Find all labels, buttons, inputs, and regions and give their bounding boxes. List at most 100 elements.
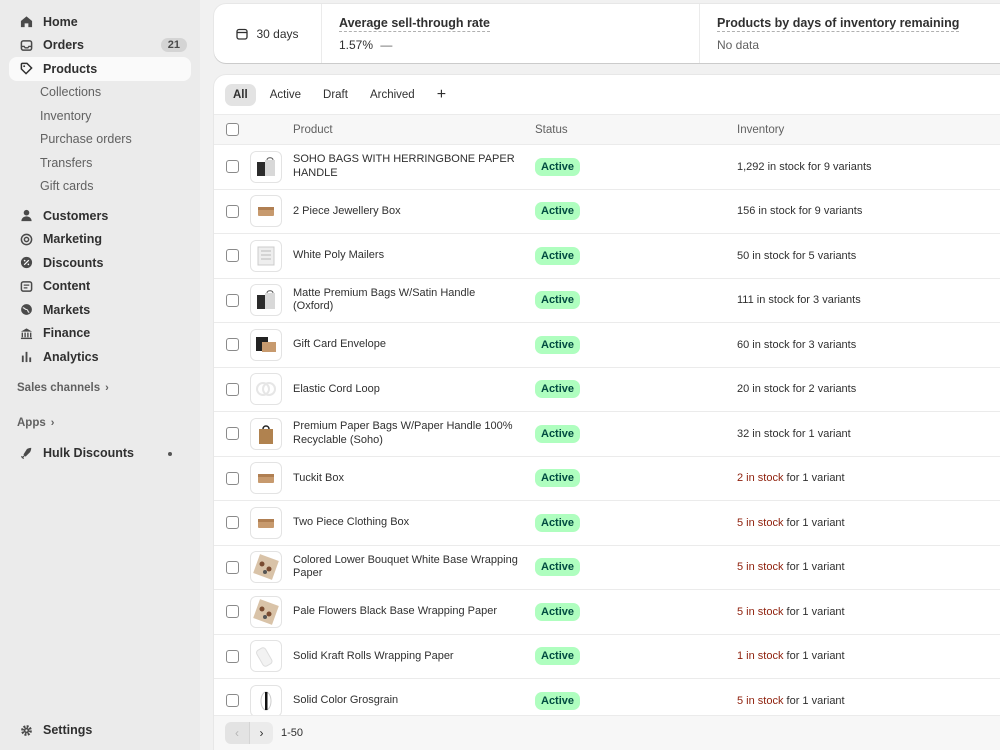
product-name[interactable]: Pale Flowers Black Base Wrapping Paper	[293, 605, 518, 619]
gear-icon	[19, 723, 33, 737]
bag-thumbnail-icon[interactable]	[250, 150, 282, 183]
chevron-right-icon: ›	[50, 416, 55, 429]
product-name[interactable]: Gift Card Envelope	[293, 338, 518, 352]
row-checkbox[interactable]	[226, 293, 239, 307]
discount-icon	[19, 256, 33, 270]
sidebar-item-marketing[interactable]: Marketing	[9, 228, 191, 252]
stock-count: 60 in stock	[737, 338, 790, 351]
product-name[interactable]: Colored Lower Bouquet White Base Wrappin…	[293, 554, 518, 581]
sidebar-item-content[interactable]: Content	[9, 275, 191, 299]
menu-dot-icon[interactable]	[168, 451, 172, 456]
sidebar-item-finance[interactable]: Finance	[9, 322, 191, 346]
variant-count: for 1 variant	[783, 472, 845, 485]
sidebar-item-products[interactable]: Products	[9, 57, 191, 81]
row-checkbox[interactable]	[226, 694, 239, 708]
paper-bag-thumbnail-icon[interactable]	[250, 417, 282, 450]
tab-all[interactable]: All	[225, 83, 256, 106]
table-row[interactable]: Gift Card Envelope Active 60 in stock for …	[214, 323, 1000, 368]
sell-through-metric[interactable]: Average sell-through rate 1.57% —	[322, 4, 700, 63]
table-row[interactable]: Pale Flowers Black Base Wrapping Paper Ac…	[214, 590, 1000, 635]
table-row[interactable]: SOHO BAGS WITH HERRINGBONE PAPER HANDLE A…	[214, 145, 1000, 190]
row-checkbox[interactable]	[226, 160, 239, 174]
row-checkbox[interactable]	[226, 249, 239, 263]
product-name[interactable]: Elastic Cord Loop	[293, 383, 518, 397]
sidebar-item-orders[interactable]: Orders 21	[9, 34, 191, 58]
table-row[interactable]: Solid Kraft Rolls Wrapping Paper Active 1 …	[214, 635, 1000, 679]
table-row[interactable]: Two Piece Clothing Box Active 5 in stock f…	[214, 501, 1000, 546]
stock-count: 156 in stock	[737, 205, 796, 218]
previous-page-button[interactable]: ‹	[225, 722, 249, 744]
apps-link[interactable]: Apps ›	[0, 412, 200, 434]
date-range-button[interactable]: 30 days	[214, 4, 322, 63]
tag-icon	[19, 62, 33, 76]
sidebar-subitem-transfers[interactable]: Transfers	[40, 151, 200, 175]
sidebar-item-home[interactable]: Home	[9, 10, 191, 34]
tab-archived[interactable]: Archived	[362, 84, 423, 106]
sidebar-subitem-gift-cards[interactable]: Gift cards	[40, 175, 200, 199]
column-header-status[interactable]: Status	[535, 124, 568, 136]
tab-active[interactable]: Active	[262, 84, 309, 106]
table-row[interactable]: 2 Piece Jewellery Box Active 156 in stock …	[214, 190, 1000, 234]
product-name[interactable]: Premium Paper Bags W/Paper Handle 100% R…	[293, 420, 518, 447]
product-name[interactable]: White Poly Mailers	[293, 249, 518, 263]
sidebar-item-hulk-discounts[interactable]: Hulk Discounts	[9, 442, 191, 466]
status-badge: Active	[535, 246, 581, 265]
sidebar-subitem-inventory[interactable]: Inventory	[40, 104, 200, 128]
envelope-thumbnail-icon[interactable]	[250, 328, 282, 361]
box-thumbnail-icon[interactable]	[250, 195, 282, 228]
bank-icon	[19, 326, 33, 340]
product-name[interactable]: Two Piece Clothing Box	[293, 516, 518, 530]
ribbon-thumbnail-icon[interactable]	[250, 684, 282, 717]
select-all-checkbox[interactable]	[226, 123, 239, 136]
sidebar-item-markets[interactable]: Markets	[9, 298, 191, 322]
add-view-icon[interactable]: +	[429, 86, 454, 104]
sidebar-subitem-collections[interactable]: Collections	[40, 81, 200, 105]
roll-thumbnail-icon[interactable]	[250, 640, 282, 673]
table-row[interactable]: Premium Paper Bags W/Paper Handle 100% R…	[214, 412, 1000, 457]
cord-thumbnail-icon[interactable]	[250, 373, 282, 406]
inventory-days-metric[interactable]: Products by days of inventory remaining …	[700, 4, 976, 63]
table-row[interactable]: Matte Premium Bags W/Satin Handle (Oxfor…	[214, 279, 1000, 323]
row-checkbox[interactable]	[226, 204, 239, 218]
row-checkbox[interactable]	[226, 516, 239, 530]
product-name[interactable]: 2 Piece Jewellery Box	[293, 205, 518, 219]
row-checkbox[interactable]	[226, 338, 239, 352]
column-header-product[interactable]: Product	[293, 124, 333, 136]
stock-count: 50 in stock	[737, 249, 790, 262]
bar-chart-icon	[19, 350, 33, 364]
wrapping-paper-thumbnail-icon[interactable]	[250, 595, 282, 628]
column-header-inventory[interactable]: Inventory	[737, 124, 784, 136]
sidebar-item-settings[interactable]: Settings	[9, 719, 191, 743]
mailer-thumbnail-icon[interactable]	[250, 239, 282, 272]
sidebar-item-customers[interactable]: Customers	[9, 204, 191, 228]
status-badge: Active	[535, 513, 581, 532]
sales-channels-link[interactable]: Sales channels ›	[0, 377, 200, 399]
row-checkbox[interactable]	[226, 427, 239, 441]
sidebar-item-analytics[interactable]: Analytics	[9, 345, 191, 369]
sidebar-item-discounts[interactable]: Discounts	[9, 251, 191, 275]
tab-draft[interactable]: Draft	[315, 84, 356, 106]
table-row[interactable]: Colored Lower Bouquet White Base Wrappin…	[214, 546, 1000, 590]
row-checkbox[interactable]	[226, 560, 239, 574]
product-name[interactable]: Solid Kraft Rolls Wrapping Paper	[293, 650, 518, 664]
row-checkbox[interactable]	[226, 471, 239, 485]
table-row[interactable]: White Poly Mailers Active 50 in stock for …	[214, 234, 1000, 279]
table-row[interactable]: Tuckit Box Active 2 in stock for 1 variant	[214, 457, 1000, 501]
row-checkbox[interactable]	[226, 605, 239, 619]
wrapping-paper-thumbnail-icon[interactable]	[250, 551, 282, 584]
sidebar-subitem-purchase-orders[interactable]: Purchase orders	[40, 128, 200, 152]
product-name[interactable]: SOHO BAGS WITH HERRINGBONE PAPER HANDLE	[293, 153, 518, 180]
inventory-cell: 5 in stock for 1 variant	[737, 695, 845, 707]
inventory-cell: 60 in stock for 3 variants	[737, 339, 856, 351]
table-row[interactable]: Elastic Cord Loop Active 20 in stock for 2…	[214, 368, 1000, 412]
box-thumbnail-icon[interactable]	[250, 462, 282, 495]
bag-thumbnail-icon[interactable]	[250, 284, 282, 317]
row-checkbox[interactable]	[226, 649, 239, 663]
product-name[interactable]: Matte Premium Bags W/Satin Handle (Oxfor…	[293, 287, 518, 314]
product-name[interactable]: Tuckit Box	[293, 472, 518, 486]
status-badge: Active	[535, 647, 581, 666]
row-checkbox[interactable]	[226, 382, 239, 396]
box-thumbnail-icon[interactable]	[250, 506, 282, 539]
next-page-button[interactable]: ›	[249, 722, 273, 744]
product-name[interactable]: Solid Color Grosgrain	[293, 694, 518, 708]
